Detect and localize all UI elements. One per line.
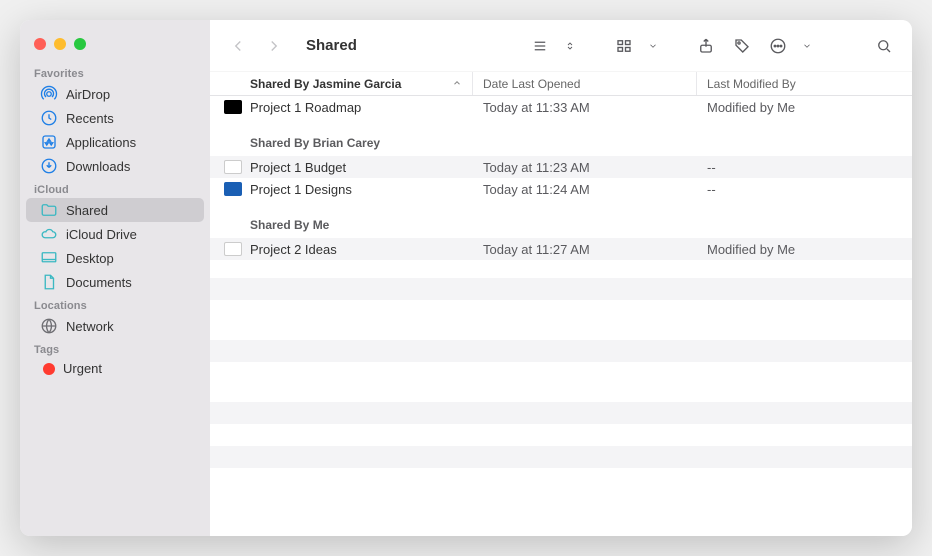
file-row[interactable]: Project 2 Ideas Today at 11:27 AMModified… — [210, 238, 912, 260]
sidebar-section-icloud: iCloud — [20, 178, 210, 198]
file-icon — [224, 160, 242, 174]
file-row[interactable]: Project 1 Budget Today at 11:23 AM-- — [210, 156, 912, 178]
more-chevron-icon[interactable] — [800, 32, 814, 60]
tag-red-icon — [43, 363, 55, 375]
desktop-icon — [40, 249, 58, 267]
sidebar-item-applications[interactable]: Applications — [26, 130, 204, 154]
download-icon — [40, 157, 58, 175]
column-date[interactable]: Date Last Opened — [473, 72, 697, 95]
empty-row — [210, 446, 912, 468]
sidebar-label: iCloud Drive — [66, 227, 137, 242]
search-button[interactable] — [870, 32, 898, 60]
file-date: Today at 11:23 AM — [473, 160, 697, 175]
sidebar-label: Shared — [66, 203, 108, 218]
file-name: Project 1 Roadmap — [250, 100, 361, 115]
file-list: Project 1 RoadmapToday at 11:33 AMModifi… — [210, 96, 912, 536]
file-name-cell: Project 1 Designs — [210, 182, 473, 197]
file-icon — [224, 242, 242, 256]
airdrop-icon — [40, 85, 58, 103]
sidebar-item-shared[interactable]: Shared — [26, 198, 204, 222]
file-modified-by: -- — [697, 182, 912, 197]
sidebar-item-icloud-drive[interactable]: iCloud Drive — [26, 222, 204, 246]
file-row[interactable]: Project 1 Designs Today at 11:24 AM-- — [210, 178, 912, 200]
empty-row — [210, 340, 912, 362]
file-icon — [224, 100, 242, 114]
sidebar-section-tags: Tags — [20, 338, 210, 358]
file-icon — [224, 182, 242, 196]
column-date-label: Date Last Opened — [483, 77, 580, 91]
column-name[interactable]: Shared By Jasmine Garcia — [210, 72, 473, 95]
sidebar-item-tag-urgent[interactable]: Urgent — [26, 358, 204, 379]
file-modified-by: Modified by Me — [697, 242, 912, 257]
window-controls — [20, 28, 210, 62]
sort-ascending-icon — [452, 77, 462, 91]
column-mod-label: Last Modified By — [707, 77, 796, 91]
minimize-button[interactable] — [54, 38, 66, 50]
sidebar-item-desktop[interactable]: Desktop — [26, 246, 204, 270]
file-modified-by: Modified by Me — [697, 100, 912, 115]
sidebar-item-downloads[interactable]: Downloads — [26, 154, 204, 178]
sidebar: Favorites AirDrop Recents Applications D… — [20, 20, 210, 536]
file-name: Project 2 Ideas — [250, 242, 337, 257]
column-name-label: Shared By Jasmine Garcia — [250, 77, 401, 91]
file-name-cell: Project 2 Ideas — [210, 242, 473, 257]
empty-row — [210, 468, 912, 490]
column-headers: Shared By Jasmine Garcia Date Last Opene… — [210, 72, 912, 96]
file-name-cell: Project 1 Roadmap — [210, 100, 473, 115]
forward-button[interactable] — [260, 32, 288, 60]
file-date: Today at 11:27 AM — [473, 242, 697, 257]
column-modified-by[interactable]: Last Modified By — [697, 72, 912, 95]
sidebar-item-recents[interactable]: Recents — [26, 106, 204, 130]
file-row[interactable]: Project 1 Roadmap Today at 11:33 AMModifi… — [210, 96, 912, 118]
group-header: Shared By Brian Carey — [210, 118, 912, 156]
sidebar-label: Network — [66, 319, 114, 334]
clock-icon — [40, 109, 58, 127]
sidebar-item-network[interactable]: Network — [26, 314, 204, 338]
file-name: Project 1 Budget — [250, 160, 346, 175]
group-chevron-icon[interactable] — [646, 32, 660, 60]
file-date: Today at 11:24 AM — [473, 182, 697, 197]
sidebar-item-documents[interactable]: Documents — [26, 270, 204, 294]
group-header: Shared By Me — [210, 200, 912, 238]
close-button[interactable] — [34, 38, 46, 50]
empty-row — [210, 362, 912, 384]
empty-row — [210, 278, 912, 300]
empty-row — [210, 424, 912, 446]
network-icon — [40, 317, 58, 335]
more-button[interactable] — [764, 32, 792, 60]
empty-row — [210, 402, 912, 424]
tags-button[interactable] — [728, 32, 756, 60]
window-title: Shared — [306, 37, 357, 54]
sidebar-label: AirDrop — [66, 87, 110, 102]
sidebar-label: Recents — [66, 111, 114, 126]
document-icon — [40, 273, 58, 291]
shared-folder-icon — [40, 201, 58, 219]
file-name: Project 1 Designs — [250, 182, 352, 197]
cloud-icon — [40, 225, 58, 243]
share-button[interactable] — [692, 32, 720, 60]
view-updown-button[interactable] — [562, 32, 578, 60]
file-name-cell: Project 1 Budget — [210, 160, 473, 175]
sidebar-label: Urgent — [63, 361, 102, 376]
sidebar-label: Documents — [66, 275, 132, 290]
view-list-button[interactable] — [526, 32, 554, 60]
file-date: Today at 11:33 AM — [473, 100, 697, 115]
sidebar-item-airdrop[interactable]: AirDrop — [26, 82, 204, 106]
main-content: Shared Shared By Jasmine Garcia Date Las… — [210, 20, 912, 536]
sidebar-label: Downloads — [66, 159, 130, 174]
file-modified-by: -- — [697, 160, 912, 175]
maximize-button[interactable] — [74, 38, 86, 50]
sidebar-label: Applications — [66, 135, 136, 150]
sidebar-label: Desktop — [66, 251, 114, 266]
sidebar-section-favorites: Favorites — [20, 62, 210, 82]
group-by-button[interactable] — [610, 32, 638, 60]
empty-row — [210, 300, 912, 322]
finder-window: Favorites AirDrop Recents Applications D… — [20, 20, 912, 536]
sidebar-section-locations: Locations — [20, 294, 210, 314]
toolbar: Shared — [210, 20, 912, 72]
applications-icon — [40, 133, 58, 151]
back-button[interactable] — [224, 32, 252, 60]
